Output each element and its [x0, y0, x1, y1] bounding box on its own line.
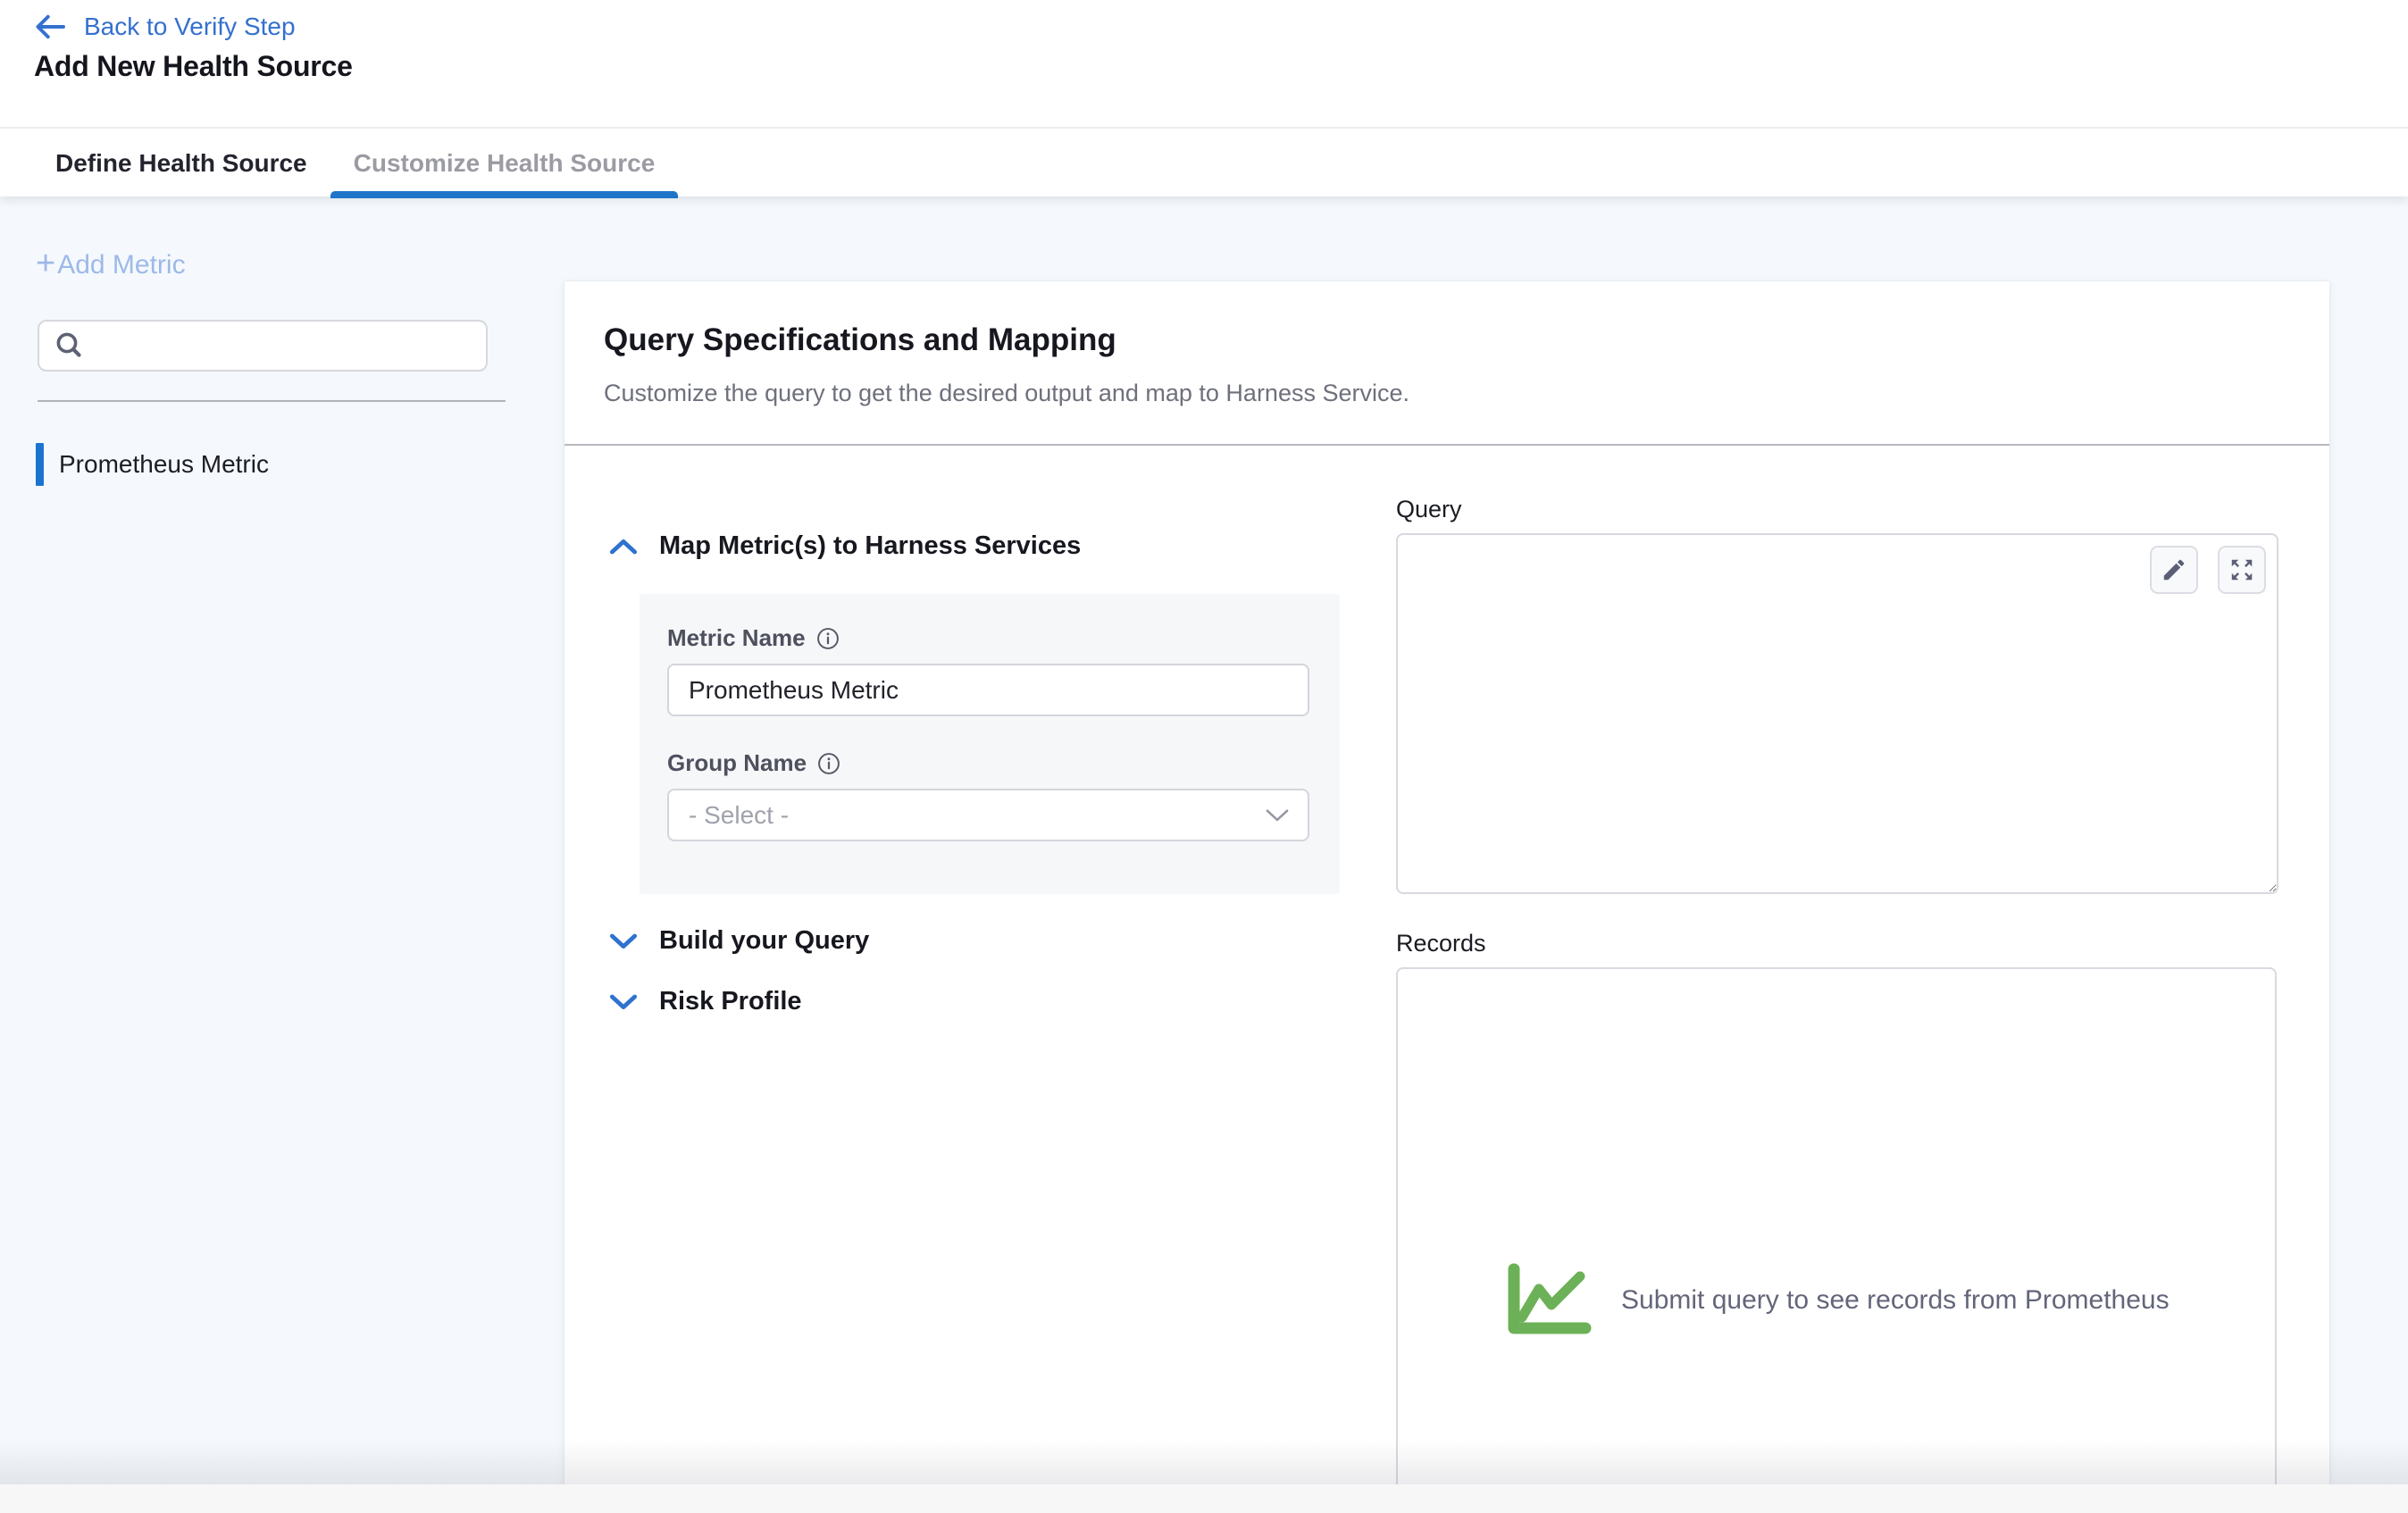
tab-customize-label: Customize Health Source	[354, 149, 656, 178]
selected-indicator-bar	[36, 443, 44, 486]
line-chart-icon	[1503, 1262, 1596, 1339]
chevron-up-icon	[609, 538, 638, 556]
tab-customize-health-source[interactable]: Customize Health Source	[330, 129, 679, 198]
card-heading: Query Specifications and Mapping	[604, 322, 1116, 358]
chevron-down-icon	[609, 993, 638, 1011]
query-editor	[1396, 533, 2278, 894]
group-name-select-value: - Select -	[689, 801, 789, 830]
tab-define-label: Define Health Source	[55, 149, 307, 178]
info-icon[interactable]	[817, 752, 840, 775]
records-empty-state: Submit query to see records from Prometh…	[1503, 1262, 2170, 1339]
section-build-query-title: Build your Query	[659, 926, 869, 956]
pencil-icon	[2161, 556, 2187, 583]
group-name-label-row: Group Name	[667, 749, 1340, 777]
metric-name-input[interactable]	[667, 664, 1309, 716]
section-risk-profile-title: Risk Profile	[659, 987, 802, 1016]
expand-icon	[2228, 556, 2255, 583]
group-name-select[interactable]: - Select -	[667, 789, 1309, 841]
card-subheading: Customize the query to get the desired o…	[604, 380, 1409, 407]
metric-search-input[interactable]	[96, 331, 472, 361]
group-name-label: Group Name	[667, 749, 807, 777]
metrics-sidebar: + Add Metric Prometheus Metric	[0, 196, 564, 1513]
query-label: Query	[1396, 496, 1462, 523]
records-panel: Submit query to see records from Prometh…	[1396, 967, 2277, 1513]
map-metrics-form-panel: Metric Name Group Name	[640, 594, 1340, 894]
sidebar-item-prometheus-metric[interactable]: Prometheus Metric	[36, 436, 269, 493]
section-build-query-toggle[interactable]: Build your Query	[609, 926, 869, 956]
expand-query-button[interactable]	[2218, 546, 2266, 594]
records-empty-text: Submit query to see records from Prometh…	[1621, 1285, 2170, 1316]
metric-search-box	[38, 320, 488, 372]
metric-item-label: Prometheus Metric	[59, 450, 269, 479]
search-icon	[54, 330, 86, 362]
bottom-strip	[0, 1484, 2408, 1513]
sidebar-divider	[38, 400, 506, 402]
query-specifications-card: Query Specifications and Mapping Customi…	[564, 281, 2329, 1513]
page-header: Back to Verify Step Add New Health Sourc…	[0, 0, 2408, 196]
add-metric-label: Add Metric	[57, 250, 185, 280]
section-risk-profile-toggle[interactable]: Risk Profile	[609, 987, 802, 1016]
back-link-label: Back to Verify Step	[84, 13, 296, 41]
add-metric-button[interactable]: + Add Metric	[36, 248, 186, 282]
card-divider	[564, 444, 2329, 446]
health-source-tabs: Define Health Source Customize Health So…	[0, 127, 2408, 198]
add-health-source-page: Back to Verify Step Add New Health Sourc…	[0, 0, 2408, 1513]
back-arrow-icon	[34, 13, 66, 40]
tab-define-health-source[interactable]: Define Health Source	[32, 129, 330, 198]
records-label: Records	[1396, 930, 1486, 957]
chevron-down-icon	[1265, 807, 1290, 823]
section-map-metrics-toggle[interactable]: Map Metric(s) to Harness Services	[609, 531, 1081, 561]
edit-query-button[interactable]	[2150, 546, 2198, 594]
info-icon[interactable]	[816, 627, 840, 650]
chevron-down-icon	[609, 932, 638, 950]
query-textarea[interactable]	[1396, 533, 2278, 894]
metric-name-label: Metric Name	[667, 624, 806, 652]
page-title: Add New Health Source	[34, 50, 353, 83]
metric-name-label-row: Metric Name	[667, 624, 1340, 652]
section-map-metrics-title: Map Metric(s) to Harness Services	[659, 531, 1081, 561]
plus-icon: +	[36, 247, 55, 280]
back-link[interactable]: Back to Verify Step	[34, 13, 296, 41]
